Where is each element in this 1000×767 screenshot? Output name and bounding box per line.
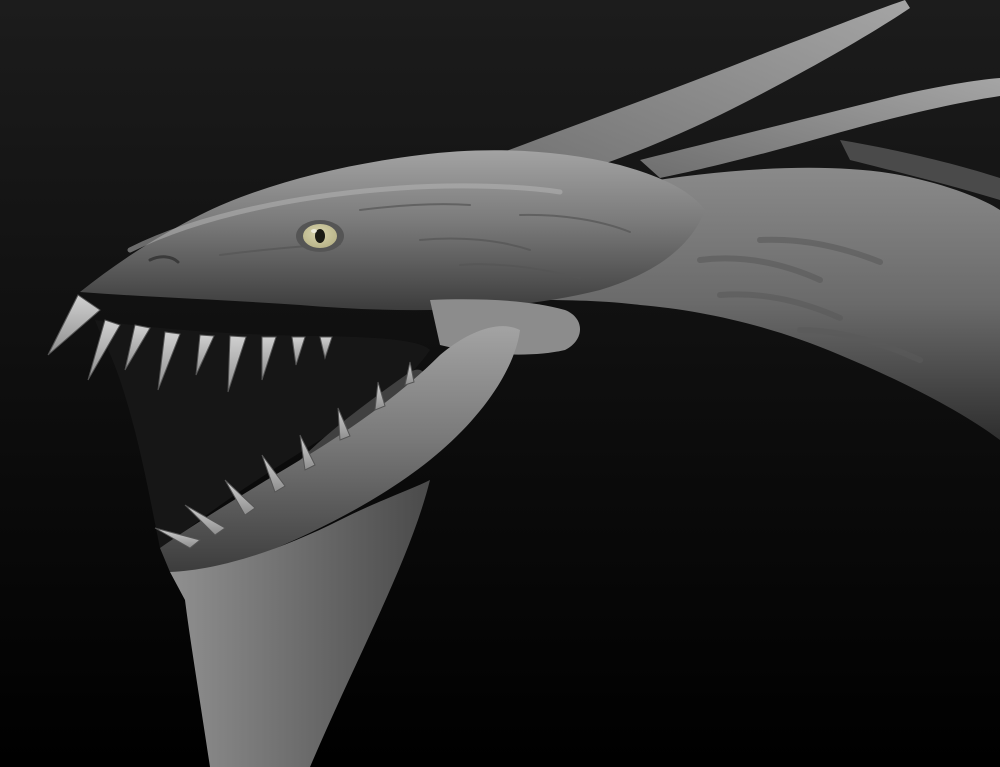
eye-highlight [311, 229, 317, 233]
sculpt-viewport [0, 0, 1000, 767]
dragon-sculpt-render [0, 0, 1000, 767]
